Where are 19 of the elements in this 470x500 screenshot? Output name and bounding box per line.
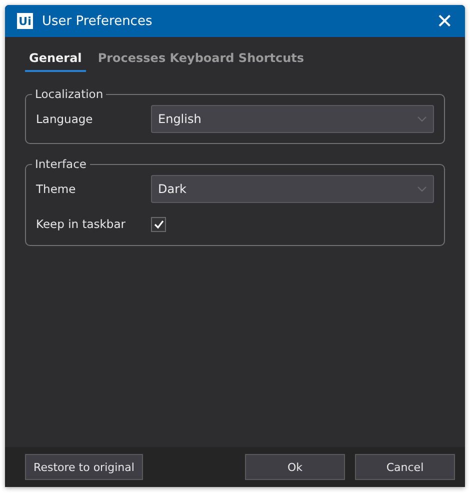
group-title: Interface [34,157,88,171]
field-label: Language [36,112,94,126]
cancel-button[interactable]: Cancel [355,454,455,480]
tab[interactable]: General [25,49,86,72]
checkmark-icon [154,220,164,228]
chevron-down-icon [417,116,427,122]
app-logo: Ui [17,13,33,29]
dropdown[interactable]: Dark [151,175,434,203]
ok-button[interactable]: Ok [245,454,345,480]
group-title: Localization [34,87,104,101]
field-label: Theme [36,182,77,196]
window-title: User Preferences [42,14,154,28]
tab[interactable]: Processes Keyboard Shortcuts [94,49,308,72]
restore-button[interactable]: Restore to original [25,454,143,480]
close-button[interactable]: ✕ [432,9,457,33]
dropdown[interactable]: English [151,105,434,133]
field-label: Keep in taskbar [36,217,126,231]
checkbox[interactable] [151,216,166,232]
chevron-down-icon [417,186,427,192]
